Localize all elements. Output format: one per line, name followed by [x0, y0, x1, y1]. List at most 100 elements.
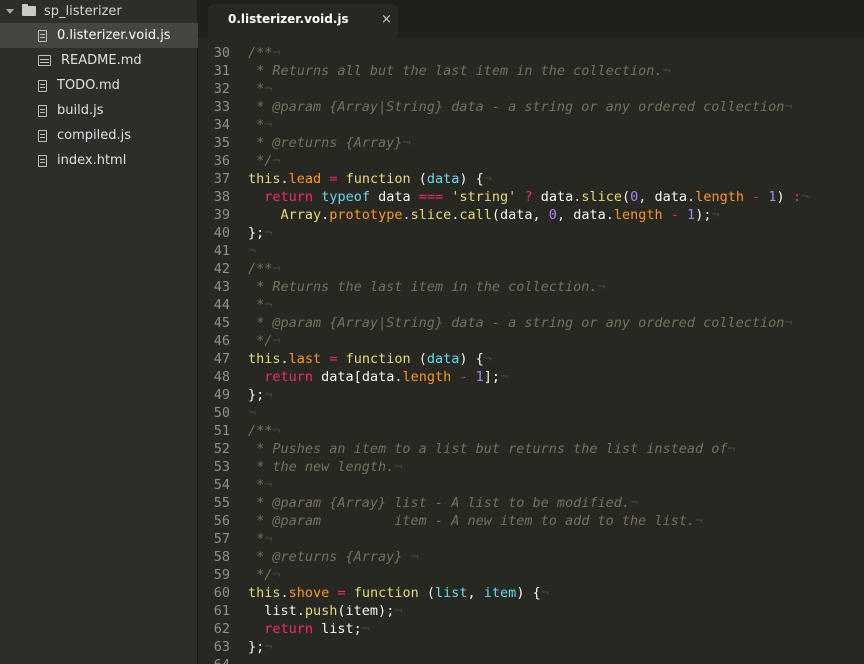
code-line[interactable]: * Returns the last item in the collectio…	[248, 278, 606, 296]
close-icon[interactable]: ×	[381, 12, 392, 27]
tab-bar: 0.listerizer.void.js ×	[198, 0, 864, 38]
code-line[interactable]: */¬	[248, 152, 280, 170]
code-token: (	[410, 171, 427, 187]
code-line[interactable]: return typeof data === 'string' ? data.s…	[248, 188, 809, 206]
code-editor[interactable]: 30 31 32 33 34 35 36 37 38 39 40 41 42 43 44 45 46 47 48 49…	[198, 38, 864, 664]
code-line[interactable]: ¬	[248, 242, 256, 260]
code-token: * @param {Array|String} data - a string …	[248, 99, 785, 115]
code-line[interactable]: *¬	[248, 296, 272, 314]
line-number: 55	[213, 495, 230, 511]
code-token: ,	[467, 585, 484, 601]
sidebar-file-item[interactable]: TODO.md	[0, 73, 198, 98]
code-token: /**	[248, 261, 273, 277]
whitespace-marker: ¬	[727, 441, 736, 457]
code-area[interactable]: /**¬ * Returns all but the last item in …	[248, 38, 864, 664]
whitespace-marker: ¬	[597, 279, 606, 295]
code-line[interactable]: /**¬	[248, 44, 281, 62]
code-token: ===	[418, 189, 444, 205]
code-token: length	[402, 369, 452, 385]
whitespace-marker: ¬	[272, 45, 281, 61]
code-token: lead	[288, 171, 322, 187]
code-line[interactable]: * Returns all but the last item in the c…	[248, 62, 671, 80]
whitespace-marker: ¬	[361, 621, 370, 637]
code-token: * Returns all but the last item in the c…	[248, 63, 663, 79]
code-token: this	[248, 351, 281, 367]
code-token: .	[280, 585, 289, 601]
line-number: 54	[213, 477, 230, 493]
code-token: (	[622, 189, 631, 205]
code-line[interactable]: return list;¬	[248, 620, 370, 638]
code-line[interactable]: };¬	[248, 386, 272, 404]
code-line[interactable]: };¬	[248, 638, 272, 656]
code-token: ) {	[459, 171, 484, 187]
folder-icon	[22, 4, 36, 16]
sidebar-file-item[interactable]: compiled.js	[0, 123, 198, 148]
line-number: 61	[213, 603, 230, 619]
code-line[interactable]: *¬	[248, 116, 272, 134]
whitespace-marker: ¬	[264, 639, 273, 655]
code-token: */	[248, 567, 273, 583]
code-line[interactable]: *¬	[248, 80, 272, 98]
code-line[interactable]: * @param {Array|String} data - a string …	[248, 98, 792, 116]
line-number: 49	[213, 387, 230, 403]
code-line[interactable]: this.last = function (data) {¬	[248, 350, 492, 368]
code-token: item	[483, 585, 517, 601]
code-token: data	[426, 351, 460, 367]
code-token: ) {	[516, 585, 541, 601]
file-text-icon	[38, 55, 51, 66]
whitespace-marker: ¬	[662, 63, 671, 79]
sidebar-file-item[interactable]: build.js	[0, 98, 198, 123]
code-line[interactable]: Array.prototype.slice.call(data, 0, data…	[248, 206, 720, 224]
folder-row[interactable]: sp_listerizer	[0, 0, 198, 22]
code-token: return	[264, 189, 314, 205]
code-line[interactable]: /**¬	[248, 260, 281, 278]
whitespace-marker: ¬	[272, 423, 281, 439]
code-line[interactable]: * @param {Array|String} data - a string …	[248, 314, 792, 332]
code-token: call	[459, 207, 492, 223]
code-token: data	[369, 189, 419, 205]
tab-active-file[interactable]: 0.listerizer.void.js ×	[208, 4, 398, 38]
line-number: 56	[213, 513, 230, 529]
line-number: 40	[213, 225, 230, 241]
whitespace-marker: ¬	[272, 261, 281, 277]
code-token: (	[410, 351, 427, 367]
chevron-down-icon[interactable]	[6, 8, 14, 14]
code-line[interactable]: *¬	[248, 530, 272, 548]
sidebar-file-item[interactable]: index.html	[0, 148, 198, 173]
code-line[interactable]: *¬	[248, 476, 272, 494]
code-line[interactable]: this.shove = function (list, item) {¬	[248, 584, 549, 602]
line-number: 31	[213, 63, 230, 79]
code-line[interactable]: list.push(item);¬	[248, 602, 402, 620]
code-line[interactable]: * @param item - A new item to add to the…	[248, 512, 703, 530]
code-line[interactable]: ¬	[248, 404, 256, 422]
sidebar-file-item[interactable]: README.md	[0, 48, 198, 73]
code-line[interactable]: * @returns {Array} ¬	[248, 548, 419, 566]
code-line[interactable]: */¬	[248, 332, 280, 350]
code-token: function	[345, 171, 411, 187]
code-line[interactable]: * Pushes an item to a list but returns t…	[248, 440, 736, 458]
code-line[interactable]: /**¬	[248, 422, 281, 440]
code-token: slice	[581, 189, 623, 205]
code-line[interactable]: this.lead = function (data) {¬	[248, 170, 492, 188]
sidebar-file-item[interactable]: 0.listerizer.void.js	[0, 23, 198, 48]
whitespace-marker: ¬	[264, 387, 273, 403]
code-line[interactable]: * the new length.¬	[248, 458, 402, 476]
code-line[interactable]: * @param {Array} list - A list to be mod…	[248, 494, 638, 512]
line-number: 45	[213, 315, 230, 331]
file-code-icon	[38, 104, 47, 117]
code-line[interactable]: return data[data.length - 1];¬	[248, 368, 508, 386]
code-token: * @param {Array} list - A list to be mod…	[248, 495, 631, 511]
whitespace-marker: ¬	[248, 243, 257, 259]
code-token: *	[248, 297, 265, 313]
code-token: list	[435, 585, 468, 601]
code-line[interactable]: };¬	[248, 224, 272, 242]
code-token: (	[418, 585, 436, 601]
whitespace-marker: ¬	[695, 513, 704, 529]
code-line[interactable]: */¬	[248, 566, 280, 584]
code-token: function	[353, 585, 419, 601]
line-number: 42	[213, 261, 230, 277]
code-line[interactable]: * @returns {Array}¬	[248, 134, 410, 152]
code-token: data	[426, 171, 460, 187]
